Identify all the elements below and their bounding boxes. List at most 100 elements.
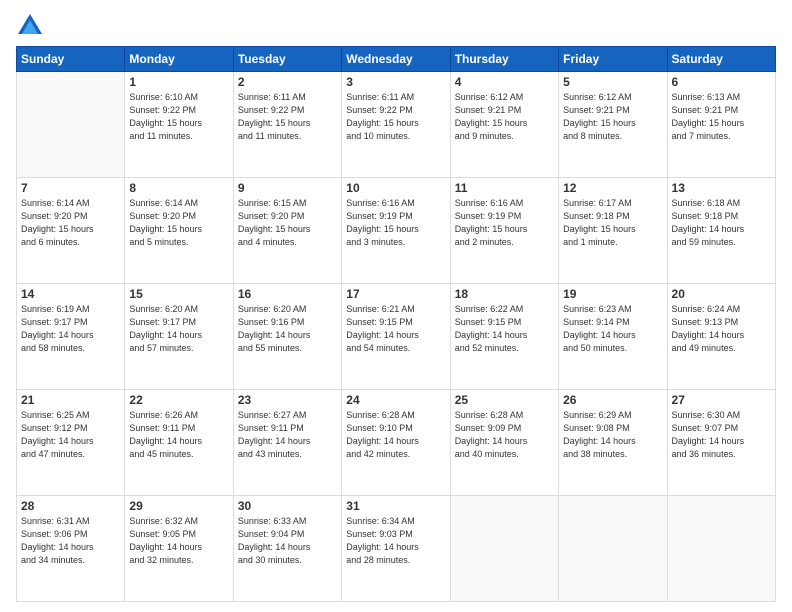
day-number: 3 [346, 75, 445, 89]
calendar-cell: 12Sunrise: 6:17 AMSunset: 9:18 PMDayligh… [559, 178, 667, 284]
day-number: 2 [238, 75, 337, 89]
day-number: 21 [21, 393, 120, 407]
calendar-cell: 4 Sunrise: 6:12 AMSunset: 9:21 PMDaylight… [450, 72, 558, 178]
day-info: Sunrise: 6:11 AMSunset: 9:22 PMDaylight:… [238, 91, 337, 143]
page: SundayMondayTuesdayWednesdayThursdayFrid… [0, 0, 792, 612]
calendar-cell: 22 Sunrise: 6:26 AMSunset: 9:11 PMDayligh… [125, 390, 233, 496]
day-info: Sunrise: 6:16 AMSunset: 9:19 PMDaylight:… [346, 197, 445, 249]
calendar-week-row: 1 Sunrise: 6:10 AMSunset: 9:22 PMDaylight… [17, 72, 776, 178]
day-number: 8 [129, 181, 228, 195]
day-number: 30 [238, 499, 337, 513]
day-number: 14 [21, 287, 120, 301]
calendar-header-wednesday: Wednesday [342, 47, 450, 72]
day-info: Sunrise: 6:13 AMSunset: 9:21 PMDaylight:… [672, 91, 771, 143]
day-info: Sunrise: 6:26 AMSunset: 9:11 PMDaylight:… [129, 409, 228, 461]
day-info: Sunrise: 6:22 AMSunset: 9:15 PMDaylight:… [455, 303, 554, 355]
calendar-cell: 18 Sunrise: 6:22 AMSunset: 9:15 PMDayligh… [450, 284, 558, 390]
calendar-cell: 6 Sunrise: 6:13 AMSunset: 9:21 PMDaylight… [667, 72, 775, 178]
day-number: 7 [21, 181, 120, 195]
day-number: 23 [238, 393, 337, 407]
day-info: Sunrise: 6:12 AMSunset: 9:21 PMDaylight:… [563, 91, 662, 143]
calendar-cell: 9 Sunrise: 6:15 AMSunset: 9:20 PMDaylight… [233, 178, 341, 284]
calendar-cell: 31 Sunrise: 6:34 AMSunset: 9:03 PMDayligh… [342, 496, 450, 602]
calendar-header-monday: Monday [125, 47, 233, 72]
day-number: 12 [563, 181, 662, 195]
day-number: 16 [238, 287, 337, 301]
calendar-cell [17, 72, 125, 178]
logo-icon [16, 12, 44, 40]
calendar-cell: 26Sunrise: 6:29 AMSunset: 9:08 PMDayligh… [559, 390, 667, 496]
calendar-cell: 27 Sunrise: 6:30 AMSunset: 9:07 PMDayligh… [667, 390, 775, 496]
calendar-week-row: 7 Sunrise: 6:14 AMSunset: 9:20 PMDaylight… [17, 178, 776, 284]
calendar-cell: 24 Sunrise: 6:28 AMSunset: 9:10 PMDayligh… [342, 390, 450, 496]
day-info: Sunrise: 6:25 AMSunset: 9:12 PMDaylight:… [21, 409, 120, 461]
calendar-header-tuesday: Tuesday [233, 47, 341, 72]
day-info: Sunrise: 6:21 AMSunset: 9:15 PMDaylight:… [346, 303, 445, 355]
calendar-cell: 13Sunrise: 6:18 AMSunset: 9:18 PMDayligh… [667, 178, 775, 284]
day-info: Sunrise: 6:27 AMSunset: 9:11 PMDaylight:… [238, 409, 337, 461]
calendar-cell: 28Sunrise: 6:31 AMSunset: 9:06 PMDayligh… [17, 496, 125, 602]
day-number: 31 [346, 499, 445, 513]
day-info: Sunrise: 6:29 AMSunset: 9:08 PMDaylight:… [563, 409, 662, 461]
day-info: Sunrise: 6:18 AMSunset: 9:18 PMDaylight:… [672, 197, 771, 249]
day-number: 11 [455, 181, 554, 195]
day-number: 1 [129, 75, 228, 89]
calendar-header-thursday: Thursday [450, 47, 558, 72]
calendar-cell: 23 Sunrise: 6:27 AMSunset: 9:11 PMDayligh… [233, 390, 341, 496]
day-info: Sunrise: 6:14 AMSunset: 9:20 PMDaylight:… [129, 197, 228, 249]
day-info: Sunrise: 6:34 AMSunset: 9:03 PMDaylight:… [346, 515, 445, 567]
day-info: Sunrise: 6:19 AMSunset: 9:17 PMDaylight:… [21, 303, 120, 355]
calendar-cell: 3Sunrise: 6:11 AMSunset: 9:22 PMDaylight… [342, 72, 450, 178]
day-info: Sunrise: 6:20 AMSunset: 9:16 PMDaylight:… [238, 303, 337, 355]
calendar-cell [450, 496, 558, 602]
day-info: Sunrise: 6:10 AMSunset: 9:22 PMDaylight:… [129, 91, 228, 143]
calendar-cell: 11Sunrise: 6:16 AMSunset: 9:19 PMDayligh… [450, 178, 558, 284]
calendar-cell: 25Sunrise: 6:28 AMSunset: 9:09 PMDayligh… [450, 390, 558, 496]
day-number: 28 [21, 499, 120, 513]
day-info: Sunrise: 6:15 AMSunset: 9:20 PMDaylight:… [238, 197, 337, 249]
day-number: 18 [455, 287, 554, 301]
day-info: Sunrise: 6:28 AMSunset: 9:10 PMDaylight:… [346, 409, 445, 461]
calendar-header-sunday: Sunday [17, 47, 125, 72]
day-info: Sunrise: 6:12 AMSunset: 9:21 PMDaylight:… [455, 91, 554, 143]
calendar-cell: 5Sunrise: 6:12 AMSunset: 9:21 PMDaylight… [559, 72, 667, 178]
calendar-cell: 14 Sunrise: 6:19 AMSunset: 9:17 PMDayligh… [17, 284, 125, 390]
calendar-cell: 19 Sunrise: 6:23 AMSunset: 9:14 PMDayligh… [559, 284, 667, 390]
day-number: 19 [563, 287, 662, 301]
calendar-cell [667, 496, 775, 602]
calendar-cell: 30 Sunrise: 6:33 AMSunset: 9:04 PMDayligh… [233, 496, 341, 602]
day-number: 10 [346, 181, 445, 195]
calendar-cell: 16 Sunrise: 6:20 AMSunset: 9:16 PMDayligh… [233, 284, 341, 390]
logo [16, 12, 48, 40]
day-info: Sunrise: 6:14 AMSunset: 9:20 PMDaylight:… [21, 197, 120, 249]
day-info: Sunrise: 6:30 AMSunset: 9:07 PMDaylight:… [672, 409, 771, 461]
day-number: 15 [129, 287, 228, 301]
calendar-cell [559, 496, 667, 602]
calendar-header-friday: Friday [559, 47, 667, 72]
day-info: Sunrise: 6:33 AMSunset: 9:04 PMDaylight:… [238, 515, 337, 567]
calendar-week-row: 14 Sunrise: 6:19 AMSunset: 9:17 PMDayligh… [17, 284, 776, 390]
calendar-week-row: 28Sunrise: 6:31 AMSunset: 9:06 PMDayligh… [17, 496, 776, 602]
calendar-cell: 1 Sunrise: 6:10 AMSunset: 9:22 PMDaylight… [125, 72, 233, 178]
day-number: 29 [129, 499, 228, 513]
header [16, 12, 776, 40]
calendar-cell: 15 Sunrise: 6:20 AMSunset: 9:17 PMDayligh… [125, 284, 233, 390]
calendar-cell: 29Sunrise: 6:32 AMSunset: 9:05 PMDayligh… [125, 496, 233, 602]
day-number: 17 [346, 287, 445, 301]
calendar-table: SundayMondayTuesdayWednesdayThursdayFrid… [16, 46, 776, 602]
calendar-cell: 7 Sunrise: 6:14 AMSunset: 9:20 PMDaylight… [17, 178, 125, 284]
day-info: Sunrise: 6:28 AMSunset: 9:09 PMDaylight:… [455, 409, 554, 461]
calendar-week-row: 21 Sunrise: 6:25 AMSunset: 9:12 PMDayligh… [17, 390, 776, 496]
calendar-cell: 2 Sunrise: 6:11 AMSunset: 9:22 PMDaylight… [233, 72, 341, 178]
day-number: 4 [455, 75, 554, 89]
day-number: 9 [238, 181, 337, 195]
day-number: 22 [129, 393, 228, 407]
day-number: 6 [672, 75, 771, 89]
calendar-cell: 17 Sunrise: 6:21 AMSunset: 9:15 PMDayligh… [342, 284, 450, 390]
day-number: 24 [346, 393, 445, 407]
calendar-header-saturday: Saturday [667, 47, 775, 72]
day-info: Sunrise: 6:20 AMSunset: 9:17 PMDaylight:… [129, 303, 228, 355]
day-info: Sunrise: 6:23 AMSunset: 9:14 PMDaylight:… [563, 303, 662, 355]
day-number: 27 [672, 393, 771, 407]
calendar-header-row: SundayMondayTuesdayWednesdayThursdayFrid… [17, 47, 776, 72]
